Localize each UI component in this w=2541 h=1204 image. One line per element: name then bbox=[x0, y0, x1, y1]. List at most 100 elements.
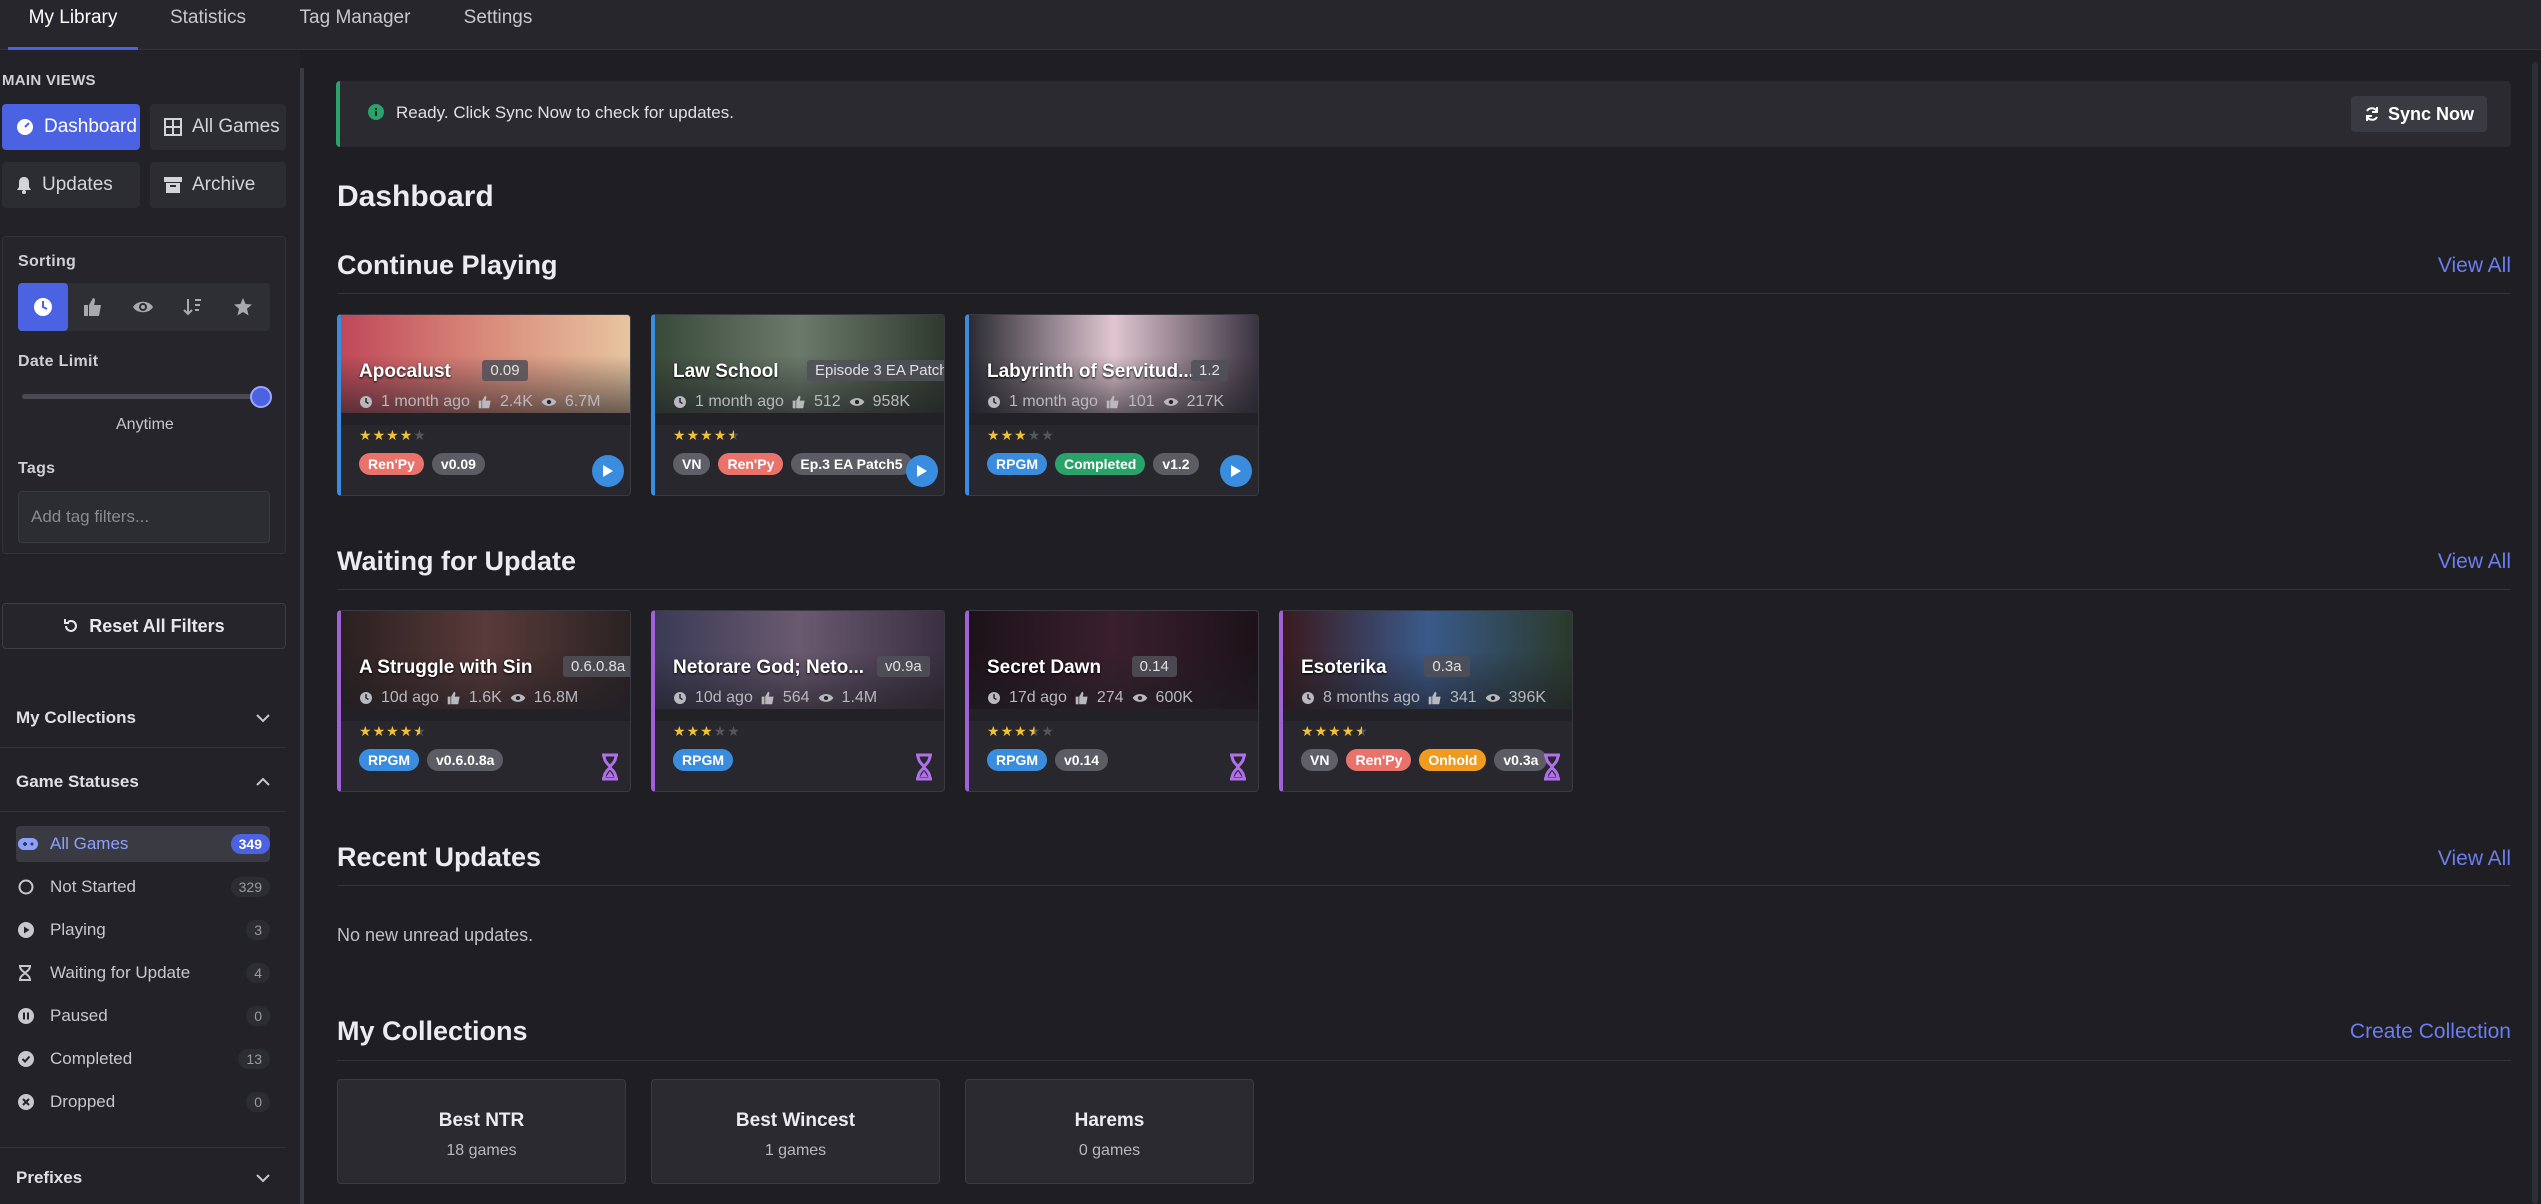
game-rating-stars: ★★★★★ bbox=[1301, 723, 1369, 739]
game-tag: v1.2 bbox=[1153, 453, 1199, 475]
tab-my-library[interactable]: My Library bbox=[8, 0, 138, 50]
date-limit-slider-handle[interactable] bbox=[250, 386, 272, 408]
game-title: Law School bbox=[673, 361, 779, 382]
collection-card[interactable]: Harems 0 games bbox=[965, 1079, 1254, 1184]
tag-filter-input[interactable] bbox=[18, 491, 270, 543]
info-icon bbox=[368, 104, 384, 120]
game-meta: 1 month ago 512 958K bbox=[673, 393, 910, 411]
recent-updates-title: Recent Updates bbox=[337, 842, 542, 872]
collection-count: 18 games bbox=[446, 1142, 517, 1159]
game-card[interactable]: Secret Dawn 0.14 17d ago 274 600K ★★★★★ RPGM v0… bbox=[965, 610, 1259, 792]
status-dropped[interactable]: Dropped 0 bbox=[16, 1084, 270, 1120]
status-playing[interactable]: Playing 3 bbox=[16, 912, 270, 948]
star-icon bbox=[233, 297, 253, 317]
game-card[interactable]: Netorare God; Neto... v0.9a 10d ago 564 1.4M… bbox=[651, 610, 945, 792]
recent-view-all-link[interactable]: View All bbox=[2438, 847, 2511, 871]
game-last-played: 1 month ago bbox=[381, 393, 470, 410]
sort-alphabetical-button[interactable] bbox=[168, 283, 218, 331]
eye-icon bbox=[818, 692, 834, 704]
status-all-games[interactable]: All Games 349 bbox=[16, 826, 270, 862]
sync-now-button[interactable]: Sync Now bbox=[2351, 96, 2487, 132]
status-not-started[interactable]: Not Started 329 bbox=[16, 869, 270, 905]
game-views: 958K bbox=[872, 393, 911, 410]
date-limit-slider-track[interactable] bbox=[22, 394, 262, 399]
game-rating-stars: ★★★★★ bbox=[987, 427, 1055, 443]
game-tags: RPGM Completed v1.2 bbox=[987, 453, 1199, 475]
play-icon bbox=[916, 464, 928, 478]
game-card[interactable]: A Struggle with Sin 0.6.0.8a 10d ago 1.6K 16… bbox=[337, 610, 631, 792]
game-card[interactable]: Labyrinth of Servitud... 1.2 1 month ago 10… bbox=[965, 314, 1259, 496]
chevron-down-icon bbox=[256, 713, 270, 723]
chevron-up-icon bbox=[256, 777, 270, 787]
view-archive-button[interactable]: Archive bbox=[150, 162, 286, 208]
clock-icon bbox=[987, 395, 1001, 409]
main-views-label: MAIN VIEWS bbox=[2, 72, 96, 89]
date-limit-value: Anytime bbox=[116, 416, 174, 433]
reset-filters-button[interactable]: Reset All Filters bbox=[2, 603, 286, 649]
game-rating-stars: ★★★★★ bbox=[673, 427, 741, 443]
continue-view-all-link[interactable]: View All bbox=[2438, 254, 2511, 278]
game-views: 600K bbox=[1155, 689, 1193, 706]
create-collection-link[interactable]: Create Collection bbox=[2350, 1020, 2511, 1044]
status-paused[interactable]: Paused 0 bbox=[16, 998, 270, 1034]
sort-by-rating-button[interactable] bbox=[218, 283, 268, 331]
tab-settings[interactable]: Settings bbox=[450, 0, 546, 50]
game-card[interactable]: Esoterika 0.3a 8 months ago 341 396K ★★★★★ VN R… bbox=[1279, 610, 1573, 792]
play-button[interactable] bbox=[906, 455, 938, 487]
game-tags: VN Ren'Py Ep.3 EA Patch5 bbox=[673, 453, 912, 475]
game-tag: Ren'Py bbox=[1346, 749, 1412, 771]
game-meta: 1 month ago 2.4K 6.7M bbox=[359, 393, 600, 411]
game-version: Episode 3 EA Patch5 bbox=[807, 360, 944, 381]
game-likes: 564 bbox=[782, 689, 810, 706]
view-updates-button[interactable]: Updates bbox=[2, 162, 140, 208]
gamepad-icon bbox=[18, 837, 40, 851]
game-tag: v0.09 bbox=[431, 453, 485, 475]
game-likes: 1.6K bbox=[468, 689, 502, 706]
collection-card[interactable]: Best NTR 18 games bbox=[337, 1079, 626, 1184]
play-button[interactable] bbox=[592, 455, 624, 487]
status-count: 349 bbox=[230, 834, 270, 854]
prefixes-accordion[interactable]: Prefixes bbox=[0, 1147, 286, 1204]
status-count: 0 bbox=[246, 1092, 270, 1112]
game-tag: VN bbox=[1301, 749, 1339, 771]
sync-now-label: Sync Now bbox=[2387, 103, 2475, 124]
thumbs-up-icon bbox=[478, 395, 492, 409]
sort-by-views-button[interactable] bbox=[118, 283, 168, 331]
game-rating-stars: ★★★★★ bbox=[987, 723, 1055, 739]
collections-accordion[interactable]: My Collections bbox=[0, 688, 286, 748]
tab-tag-manager[interactable]: Tag Manager bbox=[290, 0, 420, 50]
status-label: Not Started bbox=[50, 877, 136, 896]
game-meta: 10d ago 564 1.4M bbox=[673, 689, 877, 707]
sidebar-scrollbar[interactable] bbox=[300, 68, 304, 1204]
sort-by-date-button[interactable] bbox=[18, 283, 68, 331]
collections-title: My Collections bbox=[337, 1016, 528, 1046]
archive-icon bbox=[164, 177, 182, 193]
game-tag: Ep.3 EA Patch5 bbox=[791, 453, 912, 475]
thumbs-up-icon bbox=[447, 691, 461, 705]
view-all-games-button[interactable]: All Games bbox=[150, 104, 286, 150]
play-button[interactable] bbox=[1220, 455, 1252, 487]
view-updates-label: Updates bbox=[42, 174, 113, 195]
eye-icon bbox=[541, 396, 557, 408]
undo-icon bbox=[63, 618, 79, 634]
game-tags: VN Ren'Py Onhold v0.3a bbox=[1301, 749, 1548, 771]
game-card[interactable]: Law School Episode 3 EA Patch5 1 month ago… bbox=[651, 314, 945, 496]
status-completed[interactable]: Completed 13 bbox=[16, 1041, 270, 1077]
tab-statistics[interactable]: Statistics bbox=[158, 0, 258, 50]
view-dashboard-button[interactable]: Dashboard bbox=[2, 104, 140, 150]
game-version: 0.6.0.8a bbox=[563, 656, 630, 677]
game-meta: 1 month ago 101 217K bbox=[987, 393, 1224, 411]
eye-icon bbox=[1485, 692, 1501, 704]
game-views: 6.7M bbox=[564, 393, 601, 410]
waiting-view-all-link[interactable]: View All bbox=[2438, 550, 2511, 574]
collection-card[interactable]: Best Wincest 1 games bbox=[651, 1079, 940, 1184]
status-count: 13 bbox=[238, 1049, 270, 1069]
game-card[interactable]: Apocalust 0.09 1 month ago 2.4K 6.7M ★★★★★ Ren… bbox=[337, 314, 631, 496]
collection-name: Best NTR bbox=[438, 1110, 525, 1131]
game-tag: v0.14 bbox=[1055, 749, 1109, 771]
statuses-accordion[interactable]: Game Statuses bbox=[0, 752, 286, 812]
status-waiting-for-update[interactable]: Waiting for Update 4 bbox=[16, 955, 270, 991]
main-scrollbar[interactable] bbox=[2532, 62, 2538, 1204]
game-rating-stars: ★★★★★ bbox=[359, 427, 427, 443]
sort-by-likes-button[interactable] bbox=[68, 283, 118, 331]
